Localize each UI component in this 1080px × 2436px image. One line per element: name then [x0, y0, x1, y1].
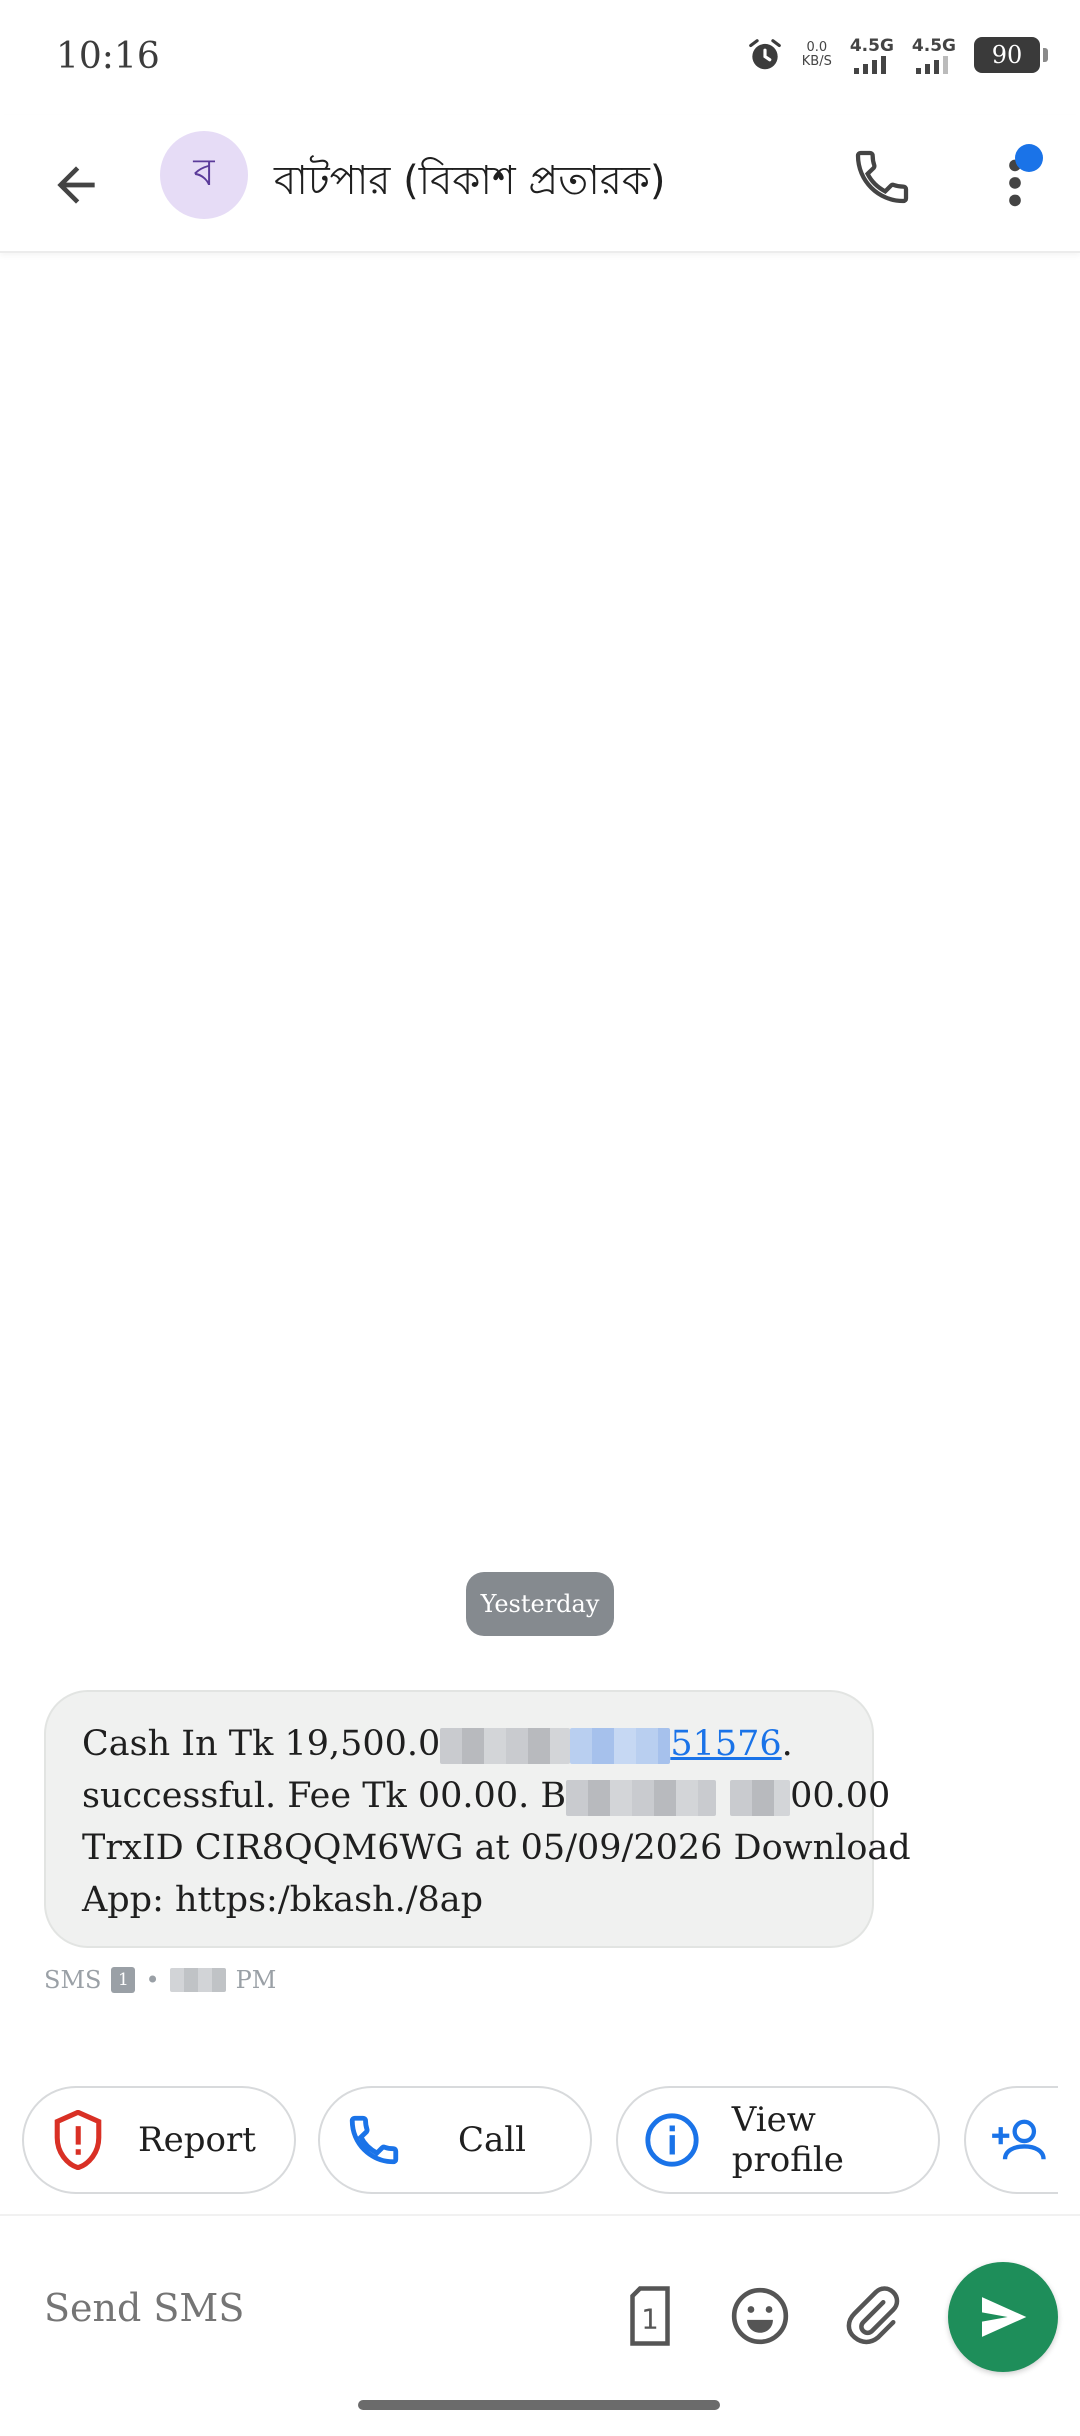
call-button[interactable]	[850, 145, 914, 209]
message-meta: SMS 1 • PM	[44, 1966, 276, 1994]
net-speed-value: 0.0	[806, 40, 828, 55]
sim-icon: 1	[630, 2286, 670, 2346]
message-text: successful. Fee Tk 00.00. B	[82, 1776, 567, 1816]
signal-bars-icon	[915, 56, 948, 74]
phone-icon	[344, 2110, 404, 2170]
message-text: Cash In Tk 19,500.0	[82, 1724, 441, 1764]
attach-icon	[846, 2286, 900, 2345]
net-speed-unit: KB/S	[801, 54, 832, 69]
battery-indicator: 90	[974, 37, 1048, 73]
back-button[interactable]	[48, 157, 104, 213]
emoji-button[interactable]	[726, 2282, 794, 2350]
sim1-network-label: 4.5G	[849, 36, 894, 56]
phone-icon	[855, 150, 909, 204]
call-chip[interactable]: Call	[318, 2086, 592, 2194]
chip-label: View profile	[731, 2100, 844, 2180]
sim-select-button[interactable]: 1	[616, 2282, 684, 2350]
avatar[interactable]: ব	[160, 131, 248, 219]
sim-number: 1	[641, 2304, 659, 2336]
send-icon	[982, 2297, 1027, 2337]
status-icons: 0.0 KB/S 4.5G 4.5G 90	[746, 36, 1048, 74]
suggestion-chips: Report Call View profile	[22, 2086, 1058, 2196]
message-line-1: Cash In Tk 19,500.0 51576.	[82, 1718, 836, 1770]
emoji-icon	[731, 2287, 789, 2345]
phone-link[interactable]: 51576	[670, 1724, 781, 1764]
meta-separator: •	[145, 1966, 160, 1994]
sim-badge: 1	[111, 1967, 136, 1993]
message-line-4: App: https:/bkash./8ap	[82, 1880, 484, 1920]
sim1-signal: 4.5G	[850, 36, 894, 74]
message-time-suffix: PM	[235, 1966, 277, 1994]
signal-bars-icon	[853, 56, 886, 74]
status-time: 10:16	[56, 36, 160, 77]
shield-alert-icon	[48, 2110, 108, 2170]
message-type: SMS	[44, 1966, 102, 1994]
composer: 1	[0, 2214, 1080, 2436]
add-contact-chip[interactable]	[964, 2086, 1058, 2194]
home-indicator[interactable]	[358, 2400, 720, 2410]
date-divider: Yesterday	[466, 1572, 614, 1636]
message-input[interactable]	[44, 2286, 564, 2330]
alarm-icon	[746, 36, 784, 74]
person-add-icon	[990, 2110, 1050, 2170]
chip-label: Call	[458, 2120, 527, 2160]
message-line-2: successful. Fee Tk 00.00. B 00.00	[82, 1770, 890, 1822]
status-bar: 10:16 0.0 KB/S 4.5G 4.5G 90	[0, 0, 1080, 115]
report-chip[interactable]: Report	[22, 2086, 296, 2194]
redacted-link	[570, 1727, 671, 1764]
message-bubble[interactable]: Cash In Tk 19,500.0 51576. successful. Fe…	[44, 1690, 911, 1948]
net-speed: 0.0 KB/S	[802, 41, 832, 69]
send-button[interactable]	[948, 2262, 1058, 2372]
redacted-text	[440, 1727, 571, 1764]
redacted-text	[566, 1779, 717, 1816]
info-icon	[642, 2110, 702, 2170]
back-arrow-icon	[57, 166, 95, 204]
contact-name[interactable]: বাটপার (বিকাশ প্রতারক)	[274, 149, 665, 216]
chip-label: Report	[138, 2120, 256, 2160]
redacted-text	[730, 1779, 791, 1816]
message-text: 00.00	[790, 1776, 891, 1816]
sim2-network-label: 4.5G	[911, 36, 956, 56]
sim2-signal: 4.5G	[912, 36, 956, 74]
notification-dot	[1015, 144, 1043, 172]
attach-button[interactable]	[838, 2282, 906, 2350]
redacted-time	[169, 1968, 226, 1992]
message-line-3: TrxID CIR8QQM6WG at 05/09/2026 Download	[82, 1828, 911, 1868]
view-profile-chip[interactable]: View profile	[616, 2086, 940, 2194]
message-text: .	[781, 1724, 793, 1764]
conversation-header: ব বাটপার (বিকাশ প্রতারক)	[0, 115, 1080, 253]
